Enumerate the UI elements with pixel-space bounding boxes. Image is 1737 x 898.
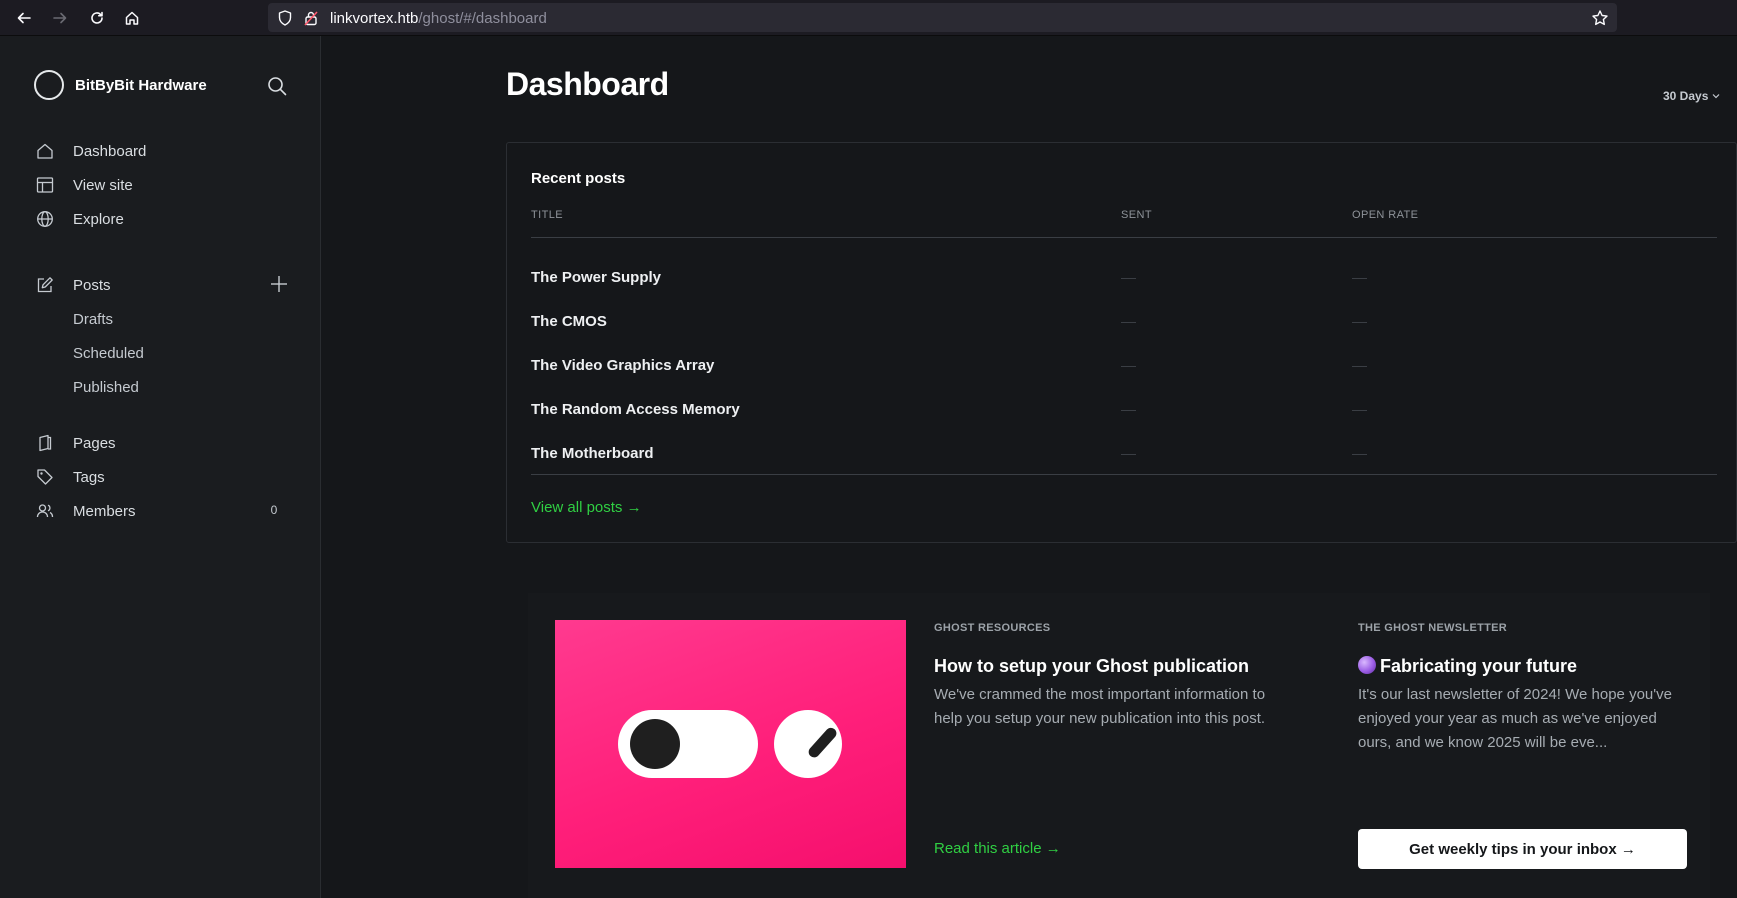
resources-headline[interactable]: How to setup your Ghost publication [934,656,1249,677]
recent-posts-card: Recent posts TITLE SENT OPEN RATE The Po… [506,142,1737,543]
sent-empty [1121,366,1136,367]
column-header-title: TITLE [531,209,563,221]
reload-button[interactable] [85,6,109,30]
globe-icon [36,209,58,229]
dial-needle [806,725,839,760]
sidebar-item-label: View site [73,176,133,194]
dial-illustration-icon [774,710,842,778]
search-button[interactable] [267,76,287,101]
back-button[interactable] [12,6,36,30]
table-row[interactable]: The CMOS [531,301,1717,345]
sidebar-item-label: Posts [73,276,111,294]
edit-icon [36,275,58,295]
home-button[interactable] [120,6,144,30]
header-divider [531,237,1717,238]
date-range-value: 30 Days [1663,89,1709,103]
table-row[interactable]: The Video Graphics Array [531,345,1717,389]
post-title[interactable]: The Random Access Memory [531,401,740,418]
date-range-select[interactable]: 30 Days [1663,89,1720,103]
sidebar-item-label: Explore [73,210,124,228]
newsletter-body: It's our last newsletter of 2024! We hop… [1358,686,1672,751]
sent-empty [1121,278,1136,279]
post-title[interactable]: The CMOS [531,313,607,330]
members-count-badge: 0 [270,503,278,517]
toggle-illustration-icon [618,710,758,778]
sidebar-item-label: Members [73,502,136,520]
brand-name: BitByBit Hardware [75,76,207,94]
newsletter-eyebrow: THE GHOST NEWSLETTER [1358,622,1507,634]
brand-logo-icon [34,70,64,100]
search-icon [268,77,287,96]
sidebar-item-posts[interactable]: Posts [36,271,296,299]
lock-insecure-icon[interactable] [304,10,318,26]
open-rate-empty [1352,366,1367,367]
sidebar-item-members[interactable]: Members [36,497,296,525]
layout-icon [36,175,58,195]
footer-divider [531,474,1717,475]
read-article-link[interactable]: Read this article → [934,840,1061,857]
post-title[interactable]: The Power Supply [531,269,661,286]
newsletter-headline-text: Fabricating your future [1380,656,1578,676]
tag-icon [36,467,58,487]
arrow-left-icon [17,12,31,24]
table-row[interactable]: The Power Supply [531,257,1717,301]
sidebar-item-view-site[interactable]: View site [36,171,296,199]
sidebar-item-explore[interactable]: Explore [36,205,296,233]
members-icon [36,501,58,521]
table-row[interactable]: The Random Access Memory [531,389,1717,433]
home-icon [36,141,58,161]
sent-empty [1121,322,1136,323]
sidebar-item-pages[interactable]: Pages [36,429,296,457]
sidebar-item-drafts[interactable]: Drafts [73,307,113,331]
sidebar-item-scheduled[interactable]: Scheduled [73,341,144,365]
table-row[interactable]: The Motherboard [531,433,1717,477]
resources-eyebrow: GHOST RESOURCES [934,622,1051,634]
address-bar[interactable]: linkvortex.htb/ghost/#/dashboard [268,3,1617,32]
open-rate-empty [1352,410,1367,411]
pages-icon [36,433,58,453]
page-title: Dashboard [506,66,669,102]
open-rate-empty [1352,454,1367,455]
browser-toolbar: linkvortex.htb/ghost/#/dashboard [0,0,1737,36]
toggle-knob [630,719,680,769]
subscribe-newsletter-button[interactable]: Get weekly tips in your inbox → [1358,829,1687,869]
new-post-button[interactable] [269,274,289,299]
home-icon [125,11,139,25]
chevron-down-icon [1712,94,1720,99]
open-rate-empty [1352,278,1367,279]
sidebar-item-dashboard[interactable]: Dashboard [36,137,296,165]
shield-icon[interactable] [278,10,292,26]
forward-button[interactable] [48,6,72,30]
bookmark-star-icon[interactable] [1591,9,1609,27]
column-header-sent: SENT [1121,209,1152,221]
crystal-ball-icon [1358,656,1376,674]
sidebar-item-label: Tags [73,468,105,486]
brand[interactable]: BitByBit Hardware [34,70,207,100]
sidebar-item-label: Pages [73,434,116,452]
reload-icon [91,11,103,24]
resources-body: We've crammed the most important informa… [934,686,1266,727]
url-path: /ghost/#/dashboard [418,10,547,27]
recent-posts-heading: Recent posts [531,170,626,187]
resource-thumbnail[interactable] [555,620,906,868]
sidebar-item-label: Dashboard [73,142,147,160]
url-host: linkvortex.htb [330,10,419,27]
url-text[interactable]: linkvortex.htb/ghost/#/dashboard [330,10,547,27]
plus-icon [271,276,287,292]
arrow-right-icon [53,12,67,24]
sent-empty [1121,410,1136,411]
post-title[interactable]: The Video Graphics Array [531,357,714,374]
sidebar-item-published[interactable]: Published [73,375,139,399]
column-header-open-rate: OPEN RATE [1352,209,1419,221]
post-title[interactable]: The Motherboard [531,445,654,462]
sent-empty [1121,454,1136,455]
view-all-posts-link[interactable]: View all posts → [531,499,642,516]
newsletter-headline[interactable]: Fabricating your future [1358,656,1577,677]
open-rate-empty [1352,322,1367,323]
sidebar: BitByBit Hardware Dashboard View site Ex… [0,36,321,898]
sidebar-item-tags[interactable]: Tags [36,463,296,491]
